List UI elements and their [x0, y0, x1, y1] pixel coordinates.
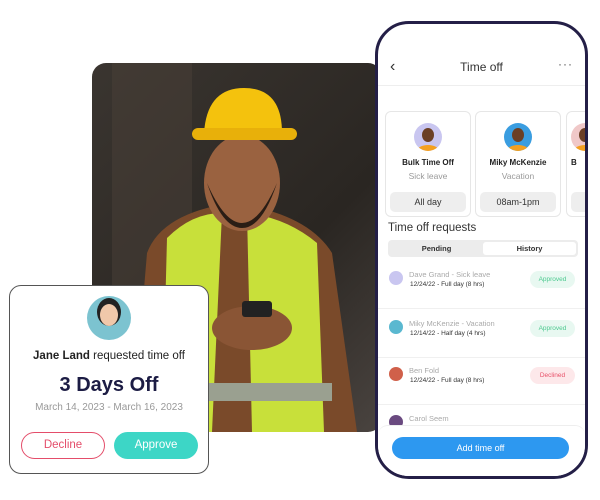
leave-type: Vacation — [501, 171, 535, 181]
request-title: Miky McKenzie - Vacation — [409, 319, 495, 328]
status-badge: Declined — [530, 367, 575, 384]
avatar — [389, 320, 403, 334]
app-header: ‹ Time off ··· — [378, 57, 585, 86]
avatar — [389, 271, 403, 285]
bottom-bar: Add time off — [378, 425, 585, 476]
page-title: Time off — [460, 60, 503, 74]
request-detail: 12/14/22 - Half day (4 hrs) — [410, 330, 486, 337]
request-detail: 12/24/22 - Full day (8 hrs) — [410, 377, 485, 384]
employee-card[interactable]: Bulk Time Off Sick leave All day — [385, 111, 471, 217]
avatar — [414, 123, 442, 151]
avatar — [87, 296, 131, 340]
request-title: Dave Grand - Sick leave — [409, 270, 491, 279]
avatar — [571, 123, 585, 151]
more-icon[interactable]: ··· — [558, 57, 573, 71]
request-row[interactable]: Miky McKenzie - Vacation 12/14/22 - Half… — [378, 310, 585, 358]
status-badge: Approved — [530, 271, 575, 288]
chevron-left-icon[interactable]: ‹ — [390, 58, 395, 76]
request-text: Jane Land requested time off — [10, 350, 208, 362]
employee-name: Miky McKenzie — [489, 158, 547, 167]
employee-name: B — [571, 158, 577, 167]
request-row[interactable]: Ben Fold 12/24/22 - Full day (8 hrs) Dec… — [378, 357, 585, 405]
request-title: Carol Seem — [409, 414, 449, 423]
approve-button[interactable]: Approve — [114, 432, 198, 459]
phone-mockup: ‹ Time off ··· Bulk Time Off Sick leave … — [375, 21, 588, 479]
avatar — [389, 367, 403, 381]
employee-card[interactable]: B — [566, 111, 585, 217]
decline-button[interactable]: Decline — [21, 432, 105, 459]
employee-name: Bulk Time Off — [402, 158, 454, 167]
section-title: Time off requests — [388, 222, 477, 234]
add-time-off-button[interactable]: Add time off — [392, 437, 569, 459]
request-detail: 12/24/22 - Full day (8 hrs) — [410, 281, 485, 288]
status-badge: Approved — [530, 320, 575, 337]
time-pill — [571, 192, 585, 212]
status-tabs: Pending History — [388, 240, 578, 257]
requester-name: Jane Land — [33, 350, 90, 362]
time-pill: 08am-1pm — [480, 192, 556, 212]
employee-card[interactable]: Miky McKenzie Vacation 08am-1pm — [475, 111, 561, 217]
tab-pending[interactable]: Pending — [390, 242, 483, 255]
days-off: 3 Days Off — [59, 374, 159, 396]
time-off-request-card: Jane Land requested time off 3 Days Off … — [9, 285, 209, 474]
request-title: Ben Fold — [409, 366, 440, 375]
avatar — [504, 123, 532, 151]
tab-history[interactable]: History — [483, 242, 576, 255]
date-range: March 14, 2023 - March 16, 2023 — [35, 402, 183, 413]
leave-type: Sick leave — [408, 171, 448, 181]
request-action: requested time off — [89, 350, 185, 362]
request-row[interactable]: Dave Grand - Sick leave 12/24/22 - Full … — [378, 261, 585, 309]
time-pill: All day — [390, 192, 466, 212]
